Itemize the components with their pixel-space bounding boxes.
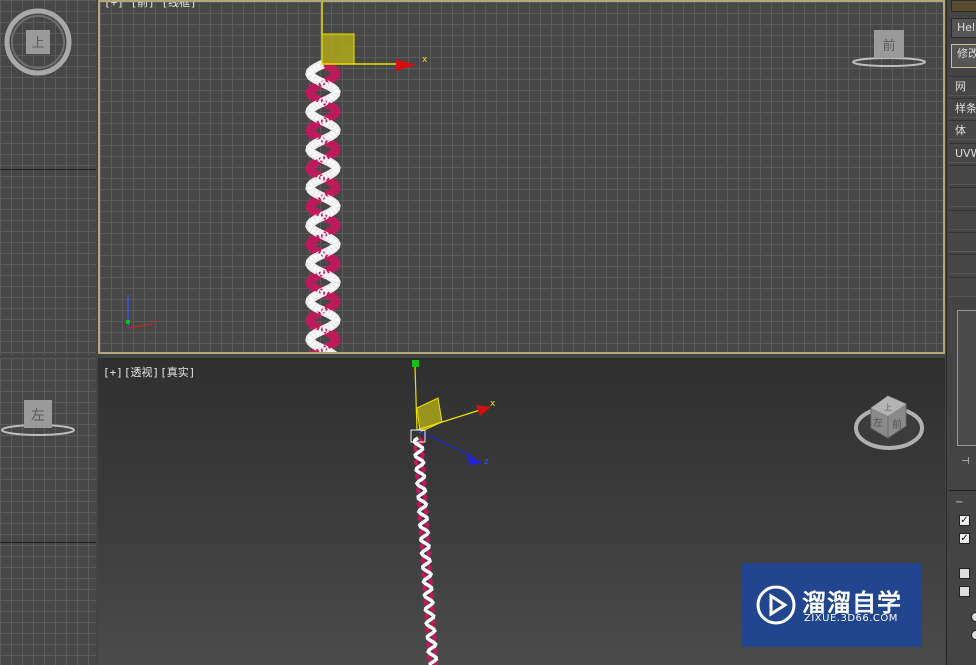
modifier-stack-row[interactable]	[949, 277, 976, 297]
helix-object	[305, 59, 341, 352]
rendering-checkbox[interactable]	[959, 568, 970, 579]
modifier-stack-list[interactable]	[957, 310, 976, 446]
front-tripod-x-label: x	[152, 317, 157, 326]
top-viewport[interactable]: 上	[0, 0, 96, 355]
left-viewport-guide-line	[0, 542, 96, 543]
persp-cube-top: 上	[884, 403, 892, 412]
top-viewcube-label: 上	[31, 36, 44, 51]
rollout-collapse-icon[interactable]: −	[955, 497, 963, 508]
play-logo-icon	[756, 585, 796, 625]
front-tripod-z-label: z	[126, 293, 130, 302]
persp-cube-left: 左	[873, 416, 883, 429]
perspective-viewcube[interactable]: 上 前 左	[854, 395, 924, 450]
radial-radio[interactable]	[971, 612, 976, 622]
modifier-stack-item[interactable]: 网	[949, 76, 976, 96]
modifier-stack-item[interactable]: 样条	[949, 98, 976, 118]
top-viewport-guide-line	[0, 169, 96, 170]
persp-cube-front: 前	[892, 418, 902, 431]
pin-stack-icon[interactable]: ⊣	[961, 456, 970, 467]
left-viewcube[interactable]: 左	[0, 358, 96, 665]
left-viewport[interactable]: 左	[0, 358, 96, 665]
modifier-list-dropdown[interactable]: 修改	[951, 44, 976, 68]
object-name-field[interactable]: Heli	[951, 18, 976, 38]
rendering-checkbox[interactable]: ✓	[959, 515, 970, 526]
modifier-stack-row[interactable]	[949, 187, 976, 207]
helix-object-perspective	[412, 436, 439, 665]
modifier-stack-row[interactable]	[949, 165, 976, 185]
front-axis-x-label: x	[422, 55, 428, 65]
panel-divider	[949, 490, 976, 491]
modifier-stack-item[interactable]: UVW	[949, 143, 976, 163]
perspective-transform-gizmo: x z	[410, 360, 496, 467]
modifier-stack-item[interactable]: 体	[949, 120, 976, 140]
front-axis-tripod: z x	[126, 293, 157, 329]
modifier-stack-row[interactable]	[949, 254, 976, 274]
left-viewcube-label: 左	[31, 408, 45, 424]
rendering-checkbox[interactable]: ✓	[959, 533, 970, 544]
front-transform-gizmo: x	[321, 2, 428, 71]
create-tab-icon[interactable]	[951, 0, 976, 12]
command-panel: Heli 修改 网 样条 体 UVW ⊣ − ✓ ✓	[946, 0, 976, 665]
rendering-checkbox[interactable]	[959, 586, 970, 597]
modifier-stack-row[interactable]	[949, 210, 976, 230]
rectangular-radio[interactable]	[971, 630, 976, 640]
watermark-subtitle: ZIXUE.3D66.COM	[804, 613, 898, 624]
front-viewcube-label: 前	[882, 38, 895, 54]
modifier-stack-row[interactable]	[949, 232, 976, 252]
persp-axis-x-label: x	[490, 399, 496, 409]
persp-axis-z-label: z	[484, 457, 489, 467]
front-viewport[interactable]: [+] [前] [线框] x 前 z x	[98, 0, 945, 354]
top-viewcube[interactable]: 上	[0, 0, 96, 355]
front-viewcube[interactable]: 前	[852, 30, 926, 67]
watermark: 溜溜自学 ZIXUE.3D66.COM	[742, 563, 922, 647]
